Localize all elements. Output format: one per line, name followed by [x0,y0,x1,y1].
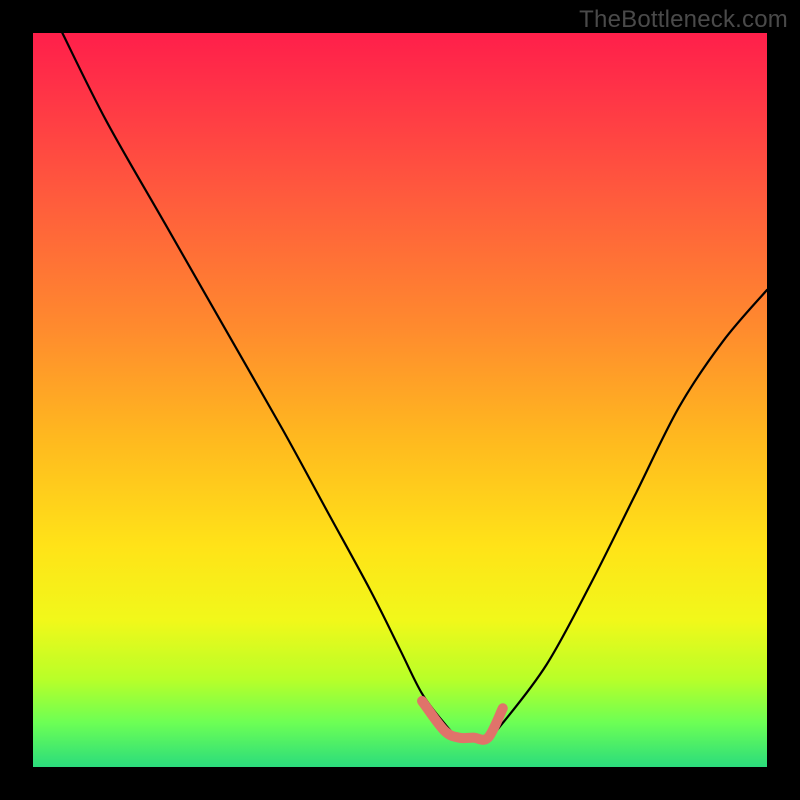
base-mark [422,701,503,740]
watermark-text: TheBottleneck.com [579,6,788,34]
plot-area [33,33,767,767]
bottleneck-curve [62,33,767,739]
chart-frame: TheBottleneck.com [0,0,800,800]
curve-layer [33,33,767,767]
